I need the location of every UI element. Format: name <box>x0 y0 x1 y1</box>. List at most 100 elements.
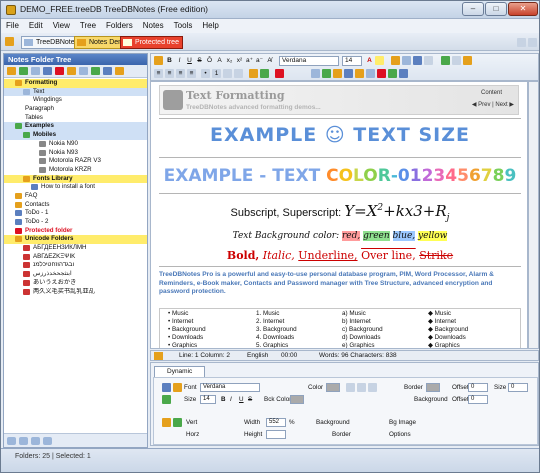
outdent-icon[interactable] <box>223 69 232 78</box>
align-left-icon[interactable]: ≡ <box>154 69 163 78</box>
vertical-scrollbar[interactable] <box>528 81 539 349</box>
align-icon[interactable] <box>368 383 377 392</box>
border-color-picker[interactable] <box>426 383 440 392</box>
tree-node[interactable]: Unicode Folders <box>4 235 147 245</box>
dyn-font-input[interactable]: Verdana <box>200 383 260 392</box>
find-icon[interactable] <box>79 67 88 75</box>
dyn-size-input[interactable]: 14 <box>200 395 216 404</box>
tree-node[interactable]: ToDo - 2 <box>4 218 147 227</box>
language[interactable]: English <box>247 351 268 360</box>
align-icon[interactable] <box>346 383 355 392</box>
sort-icon[interactable] <box>19 437 28 445</box>
subscript-icon[interactable]: x₂ <box>225 56 234 65</box>
menu-help[interactable]: Help <box>197 19 223 33</box>
underline-icon[interactable]: U <box>185 56 194 65</box>
bck-color-picker[interactable] <box>290 395 304 404</box>
prev-next-link[interactable]: ◀ Prev | Next ▶ <box>472 101 514 108</box>
underline-toggle[interactable]: U <box>239 395 244 404</box>
tree-node[interactable]: Nokia N93 <box>4 149 147 158</box>
maximize-button[interactable]: □ <box>485 2 507 16</box>
font-color-icon[interactable]: A <box>365 56 374 65</box>
view-icon[interactable] <box>7 437 16 445</box>
italic-toggle[interactable]: I <box>230 395 232 404</box>
tree-node[interactable]: あいうえおかき <box>4 279 147 288</box>
table-tool-icon[interactable] <box>162 418 171 427</box>
close-button[interactable]: ✕ <box>508 2 538 16</box>
tree-node[interactable]: Wingdings <box>4 96 147 105</box>
tree-node[interactable]: Text <box>4 87 147 97</box>
tree-node[interactable]: ToDo - 1 <box>4 209 147 218</box>
tab-treedbnotes[interactable]: TreeDBNotes <box>21 36 83 49</box>
width-input[interactable]: 552 <box>266 418 286 427</box>
strike-toggle[interactable]: S <box>248 395 252 404</box>
spell-icon[interactable] <box>424 56 433 65</box>
tree-node[interactable]: Tables <box>4 114 147 123</box>
offset-input[interactable]: 0 <box>468 383 488 392</box>
tree-node[interactable]: Fonts Library <box>4 174 147 184</box>
link-icon[interactable] <box>391 56 400 65</box>
settings-icon[interactable] <box>43 437 52 445</box>
tree-node[interactable]: How to install a font <box>4 183 147 192</box>
tool-icon-8[interactable] <box>388 69 397 78</box>
menu-folders[interactable]: Folders <box>101 19 138 33</box>
superscript-icon[interactable]: x² <box>235 56 244 65</box>
caps-icon[interactable]: A <box>215 56 224 65</box>
bg-color-icon[interactable] <box>275 69 284 78</box>
font-tool-icon[interactable] <box>162 383 171 392</box>
tree-node[interactable]: Nokia N90 <box>4 140 147 149</box>
tree-node[interactable]: FAQ <box>4 192 147 201</box>
menu-tools[interactable]: Tools <box>169 19 198 33</box>
tree-node[interactable]: Contacts <box>4 201 147 210</box>
offset-input[interactable]: 0 <box>468 395 488 404</box>
indent-icon[interactable] <box>234 69 243 78</box>
star-icon[interactable] <box>67 67 76 75</box>
minimize-button[interactable]: – <box>462 2 484 16</box>
options-icon[interactable] <box>115 67 124 75</box>
align-right-icon[interactable]: ≡ <box>176 69 185 78</box>
tab-protected-tree[interactable]: Protected tree <box>120 36 183 49</box>
tree-node[interactable]: АБГДЕЁНЗИКЛМН <box>4 244 147 253</box>
delete-icon[interactable] <box>55 67 64 75</box>
menu-tree[interactable]: Tree <box>75 19 101 33</box>
image-icon[interactable] <box>402 56 411 65</box>
tree-node[interactable]: Motorola RAZR V3 <box>4 157 147 166</box>
tool-icon-5[interactable] <box>355 69 364 78</box>
numbering-icon[interactable]: 1 <box>212 69 221 78</box>
font-size-select[interactable]: 14 <box>342 56 362 66</box>
font-smaller-icon[interactable]: a⁻ <box>255 56 264 65</box>
color-picker[interactable] <box>326 383 340 392</box>
cell-tool-icon[interactable] <box>173 418 182 427</box>
zoom-icon[interactable] <box>452 56 461 65</box>
tree-node[interactable]: Paragraph <box>4 105 147 114</box>
menu-edit[interactable]: Edit <box>24 19 48 33</box>
font-bigger-icon[interactable]: a⁺ <box>245 56 254 65</box>
align-icon[interactable] <box>357 383 366 392</box>
time[interactable]: 00:00 <box>281 351 297 360</box>
justify-icon[interactable]: ≡ <box>187 69 196 78</box>
menu-notes[interactable]: Notes <box>138 19 169 33</box>
tab-close-icon[interactable] <box>528 38 537 47</box>
menu-file[interactable]: File <box>1 19 24 33</box>
height-input[interactable] <box>266 430 286 439</box>
tree-node[interactable]: ובגדהוזחטיכלמנ <box>4 261 147 270</box>
tree-node[interactable]: Formatting <box>4 79 147 88</box>
tree-node[interactable]: ابتثجحخدذرزس <box>4 270 147 279</box>
highlight-icon[interactable] <box>375 56 384 65</box>
tab-menu-icon[interactable] <box>517 38 526 47</box>
print-icon[interactable] <box>154 56 163 65</box>
color-tool-icon[interactable] <box>162 395 171 404</box>
bold-icon[interactable]: B <box>165 56 174 65</box>
bullets-icon[interactable]: • <box>201 69 210 78</box>
tree-node[interactable]: Examples <box>4 122 147 132</box>
tree-node[interactable]: ΑΒΓΔΕΖΚΞΨΙΚ <box>4 253 147 262</box>
attach-icon[interactable] <box>463 56 472 65</box>
copy-format-icon[interactable] <box>173 383 182 392</box>
tree-node[interactable]: Mobiles <box>4 131 147 140</box>
add-icon[interactable] <box>19 67 28 75</box>
tool-icon-1[interactable] <box>311 69 320 78</box>
paragraph-icon[interactable] <box>249 69 258 78</box>
tool-icon-2[interactable] <box>322 69 331 78</box>
collapse-icon[interactable] <box>103 67 112 75</box>
filter-icon[interactable] <box>31 437 40 445</box>
strike-icon[interactable]: S <box>195 56 204 65</box>
